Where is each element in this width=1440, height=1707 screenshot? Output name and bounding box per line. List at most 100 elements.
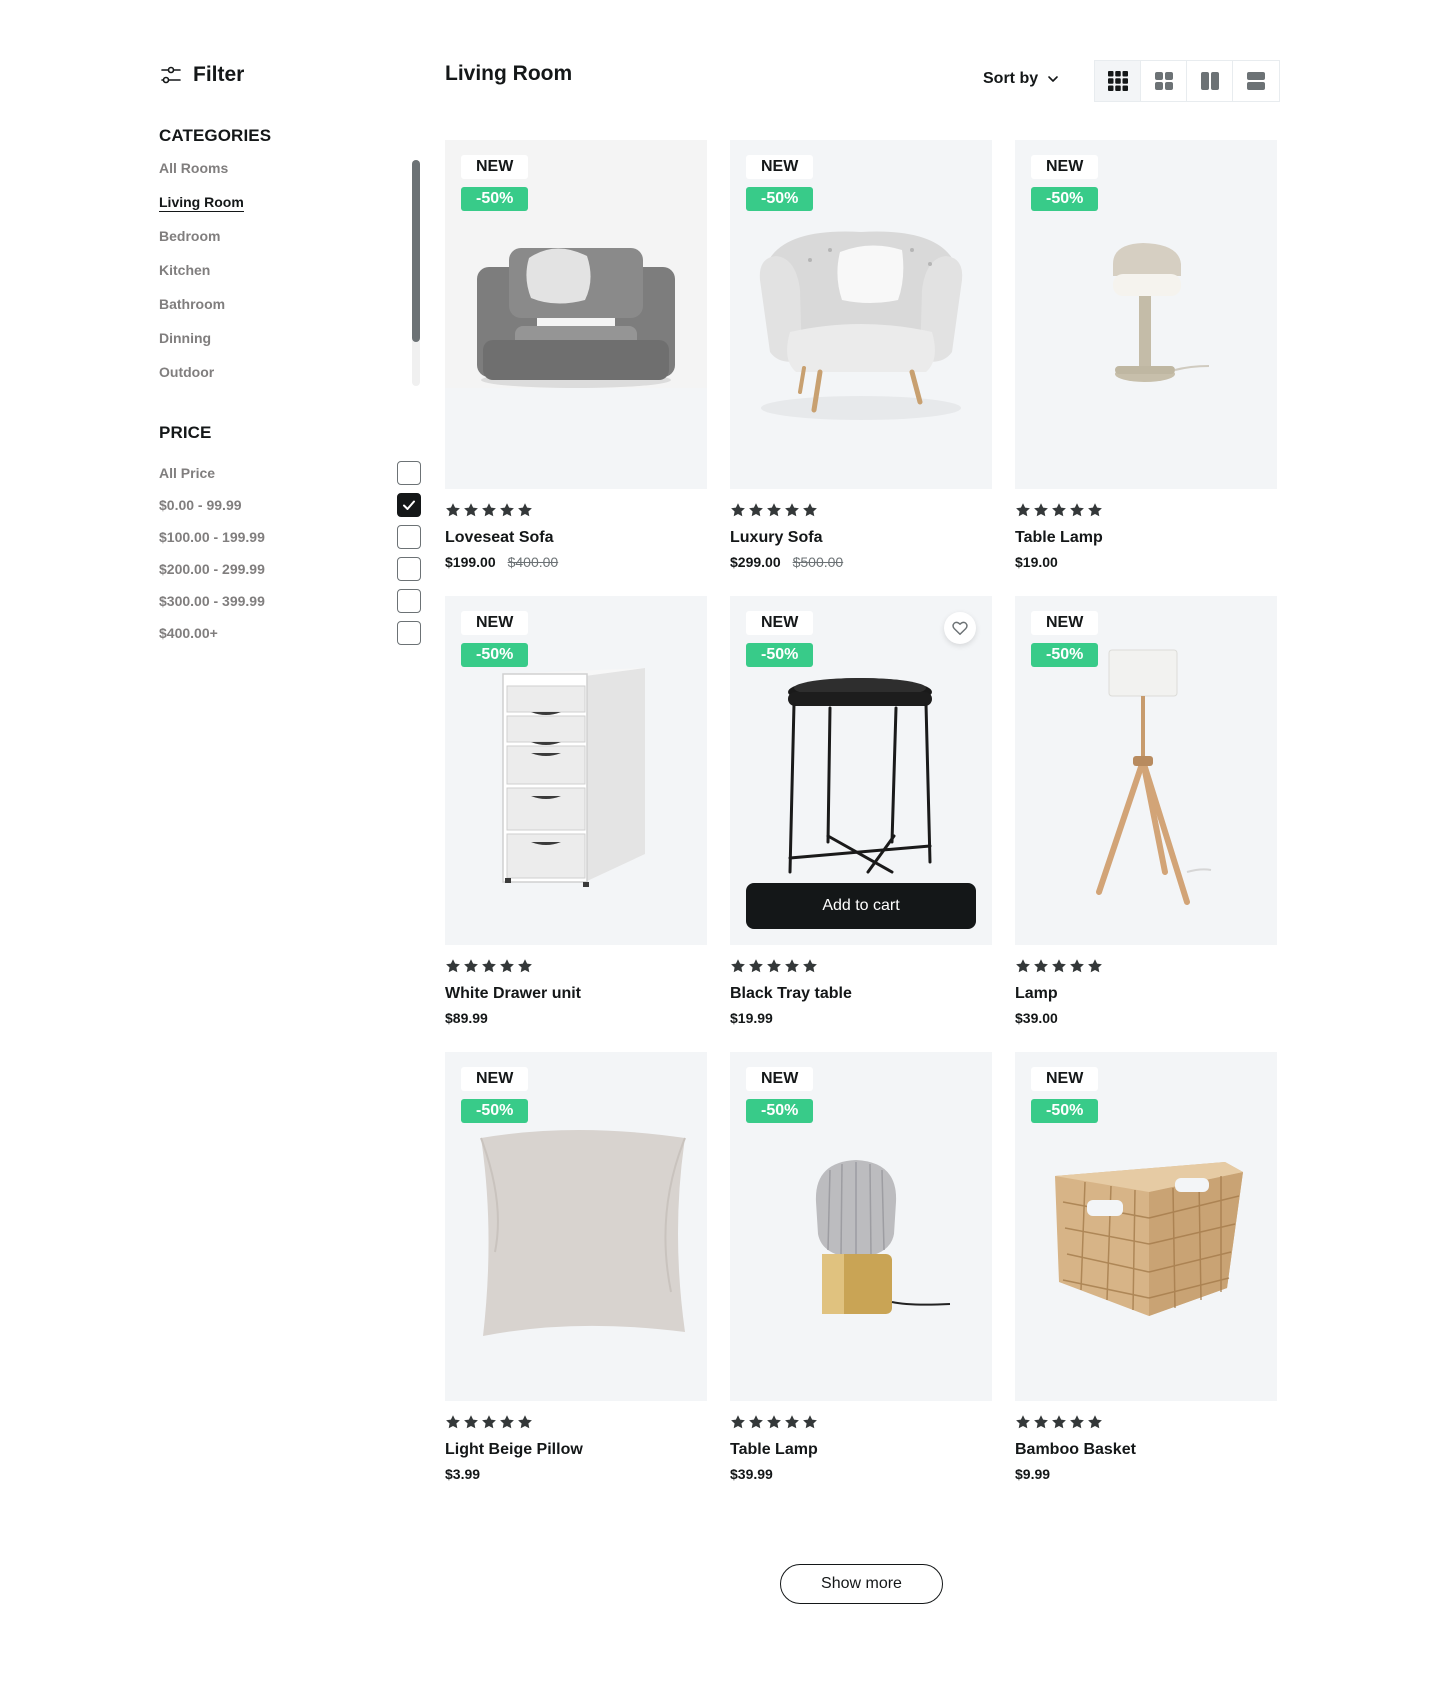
price-title: PRICE bbox=[159, 423, 212, 442]
price-option[interactable]: All Price bbox=[159, 457, 421, 489]
categories-title: CATEGORIES bbox=[159, 126, 272, 145]
view-grid-2-button[interactable] bbox=[1141, 61, 1187, 101]
category-item-bedroom[interactable]: Bedroom bbox=[159, 226, 414, 260]
product-image[interactable]: NEW -50% bbox=[445, 1052, 707, 1401]
category-item-living-room[interactable]: Living Room bbox=[159, 192, 414, 226]
price-option-label: $300.00 - 399.99 bbox=[159, 593, 265, 609]
product-card[interactable]: NEW -50% Lamp $39.00 bbox=[1015, 596, 1277, 1027]
star-icon bbox=[1016, 503, 1030, 517]
product-price: $39.99 bbox=[730, 1466, 773, 1482]
discount-badge: -50% bbox=[1031, 643, 1099, 667]
product-name[interactable]: Black Tray table bbox=[730, 983, 992, 1005]
filter-sidebar: Filter CATEGORIES All Rooms Living Room … bbox=[159, 60, 421, 645]
star-icon bbox=[785, 503, 799, 517]
star-icon bbox=[1088, 503, 1102, 517]
product-card[interactable]: NEW -50% Table Lamp $19.00 bbox=[1015, 140, 1277, 571]
product-name[interactable]: Lamp bbox=[1015, 983, 1277, 1005]
star-icon bbox=[482, 503, 496, 517]
price-option[interactable]: $0.00 - 99.99 bbox=[159, 489, 421, 521]
price-checkbox[interactable] bbox=[397, 525, 421, 549]
product-card[interactable]: NEW -50% Add to cart Black Tray table $1… bbox=[730, 596, 992, 1027]
view-grid-3-button[interactable] bbox=[1095, 61, 1141, 101]
price-option[interactable]: $200.00 - 299.99 bbox=[159, 553, 421, 585]
star-icon bbox=[731, 503, 745, 517]
star-icon bbox=[785, 959, 799, 973]
rating-stars bbox=[445, 1414, 707, 1430]
new-badge: NEW bbox=[461, 611, 529, 635]
product-image[interactable]: NEW -50% bbox=[445, 140, 707, 489]
price-option[interactable]: $300.00 - 399.99 bbox=[159, 585, 421, 617]
product-prices: $3.99 bbox=[445, 1466, 707, 1482]
product-prices: $39.00 bbox=[1015, 1010, 1277, 1026]
view-rows-button[interactable] bbox=[1233, 61, 1279, 101]
product-image[interactable]: NEW -50% bbox=[730, 140, 992, 489]
product-image[interactable]: NEW -50% bbox=[1015, 596, 1277, 945]
category-item-all-rooms[interactable]: All Rooms bbox=[159, 158, 414, 192]
category-item-dinning[interactable]: Dinning bbox=[159, 328, 414, 362]
star-icon bbox=[446, 503, 460, 517]
product-card[interactable]: NEW -50% Loveseat Sofa $199.00 $400.00 bbox=[445, 140, 707, 571]
price-checkbox[interactable] bbox=[397, 557, 421, 581]
category-list: All Rooms Living Room Bedroom Kitchen Ba… bbox=[159, 158, 420, 386]
star-icon bbox=[803, 503, 817, 517]
add-to-cart-button[interactable]: Add to cart bbox=[746, 883, 976, 929]
product-name[interactable]: Light Beige Pillow bbox=[445, 1439, 707, 1461]
scrollbar-thumb[interactable] bbox=[412, 160, 420, 342]
grid-3-icon bbox=[1107, 71, 1128, 91]
price-checkbox[interactable] bbox=[397, 621, 421, 645]
product-prices: $9.99 bbox=[1015, 1466, 1277, 1482]
show-more-button[interactable]: Show more bbox=[780, 1564, 943, 1604]
product-image[interactable]: NEW -50% bbox=[445, 596, 707, 945]
new-badge: NEW bbox=[1031, 155, 1099, 179]
view-columns-button[interactable] bbox=[1187, 61, 1233, 101]
product-card[interactable]: NEW -50% Table Lamp $39.99 bbox=[730, 1052, 992, 1483]
product-prices: $199.00 $400.00 bbox=[445, 554, 707, 570]
product-card[interactable]: NEW -50% Bamboo Basket $9.99 bbox=[1015, 1052, 1277, 1483]
star-icon bbox=[482, 1415, 496, 1429]
sort-by-dropdown[interactable]: Sort by bbox=[983, 70, 1060, 88]
product-name[interactable]: Luxury Sofa bbox=[730, 527, 992, 549]
category-item-kitchen[interactable]: Kitchen bbox=[159, 260, 414, 294]
category-item-bathroom[interactable]: Bathroom bbox=[159, 294, 414, 328]
price-option[interactable]: $100.00 - 199.99 bbox=[159, 521, 421, 553]
new-badge: NEW bbox=[746, 611, 814, 635]
product-name[interactable]: Table Lamp bbox=[730, 1439, 992, 1461]
product-card[interactable]: NEW -50% Luxury Sofa $299.00 $500.00 bbox=[730, 140, 992, 571]
product-image[interactable]: NEW -50% bbox=[1015, 1052, 1277, 1401]
filter-header[interactable]: Filter bbox=[159, 60, 414, 90]
star-icon bbox=[749, 1415, 763, 1429]
star-icon bbox=[518, 1415, 532, 1429]
star-icon bbox=[500, 959, 514, 973]
category-item-outdoor[interactable]: Outdoor bbox=[159, 362, 414, 396]
discount-badge: -50% bbox=[1031, 187, 1099, 211]
category-scrollbar[interactable] bbox=[412, 160, 420, 386]
rating-stars bbox=[1015, 958, 1277, 974]
product-image[interactable]: NEW -50% bbox=[730, 1052, 992, 1401]
product-name[interactable]: Table Lamp bbox=[1015, 527, 1277, 549]
product-card[interactable]: NEW -50% Light Beige Pillow $3.99 bbox=[445, 1052, 707, 1483]
new-badge: NEW bbox=[746, 155, 814, 179]
price-checkbox[interactable] bbox=[397, 461, 421, 485]
rating-stars bbox=[445, 502, 707, 518]
rows-icon bbox=[1247, 72, 1265, 90]
product-price: $299.00 bbox=[730, 554, 781, 570]
product-name[interactable]: White Drawer unit bbox=[445, 983, 707, 1005]
categories-section: CATEGORIES All Rooms Living Room Bedroom… bbox=[159, 126, 420, 386]
product-prices: $39.99 bbox=[730, 1466, 992, 1482]
product-image[interactable]: NEW -50% bbox=[1015, 140, 1277, 489]
product-name[interactable]: Bamboo Basket bbox=[1015, 1439, 1277, 1461]
product-image[interactable]: NEW -50% Add to cart bbox=[730, 596, 992, 945]
star-icon bbox=[731, 959, 745, 973]
rating-stars bbox=[730, 958, 992, 974]
star-icon bbox=[749, 503, 763, 517]
wishlist-button[interactable] bbox=[944, 612, 976, 644]
product-name[interactable]: Loveseat Sofa bbox=[445, 527, 707, 549]
product-prices: $89.99 bbox=[445, 1010, 707, 1026]
star-icon bbox=[785, 1415, 799, 1429]
product-card[interactable]: NEW -50% White Drawer unit $89.99 bbox=[445, 596, 707, 1027]
price-checkbox[interactable] bbox=[397, 589, 421, 613]
price-checkbox[interactable] bbox=[397, 493, 421, 517]
discount-badge: -50% bbox=[461, 1099, 529, 1123]
star-icon bbox=[500, 1415, 514, 1429]
price-option[interactable]: $400.00+ bbox=[159, 617, 421, 649]
